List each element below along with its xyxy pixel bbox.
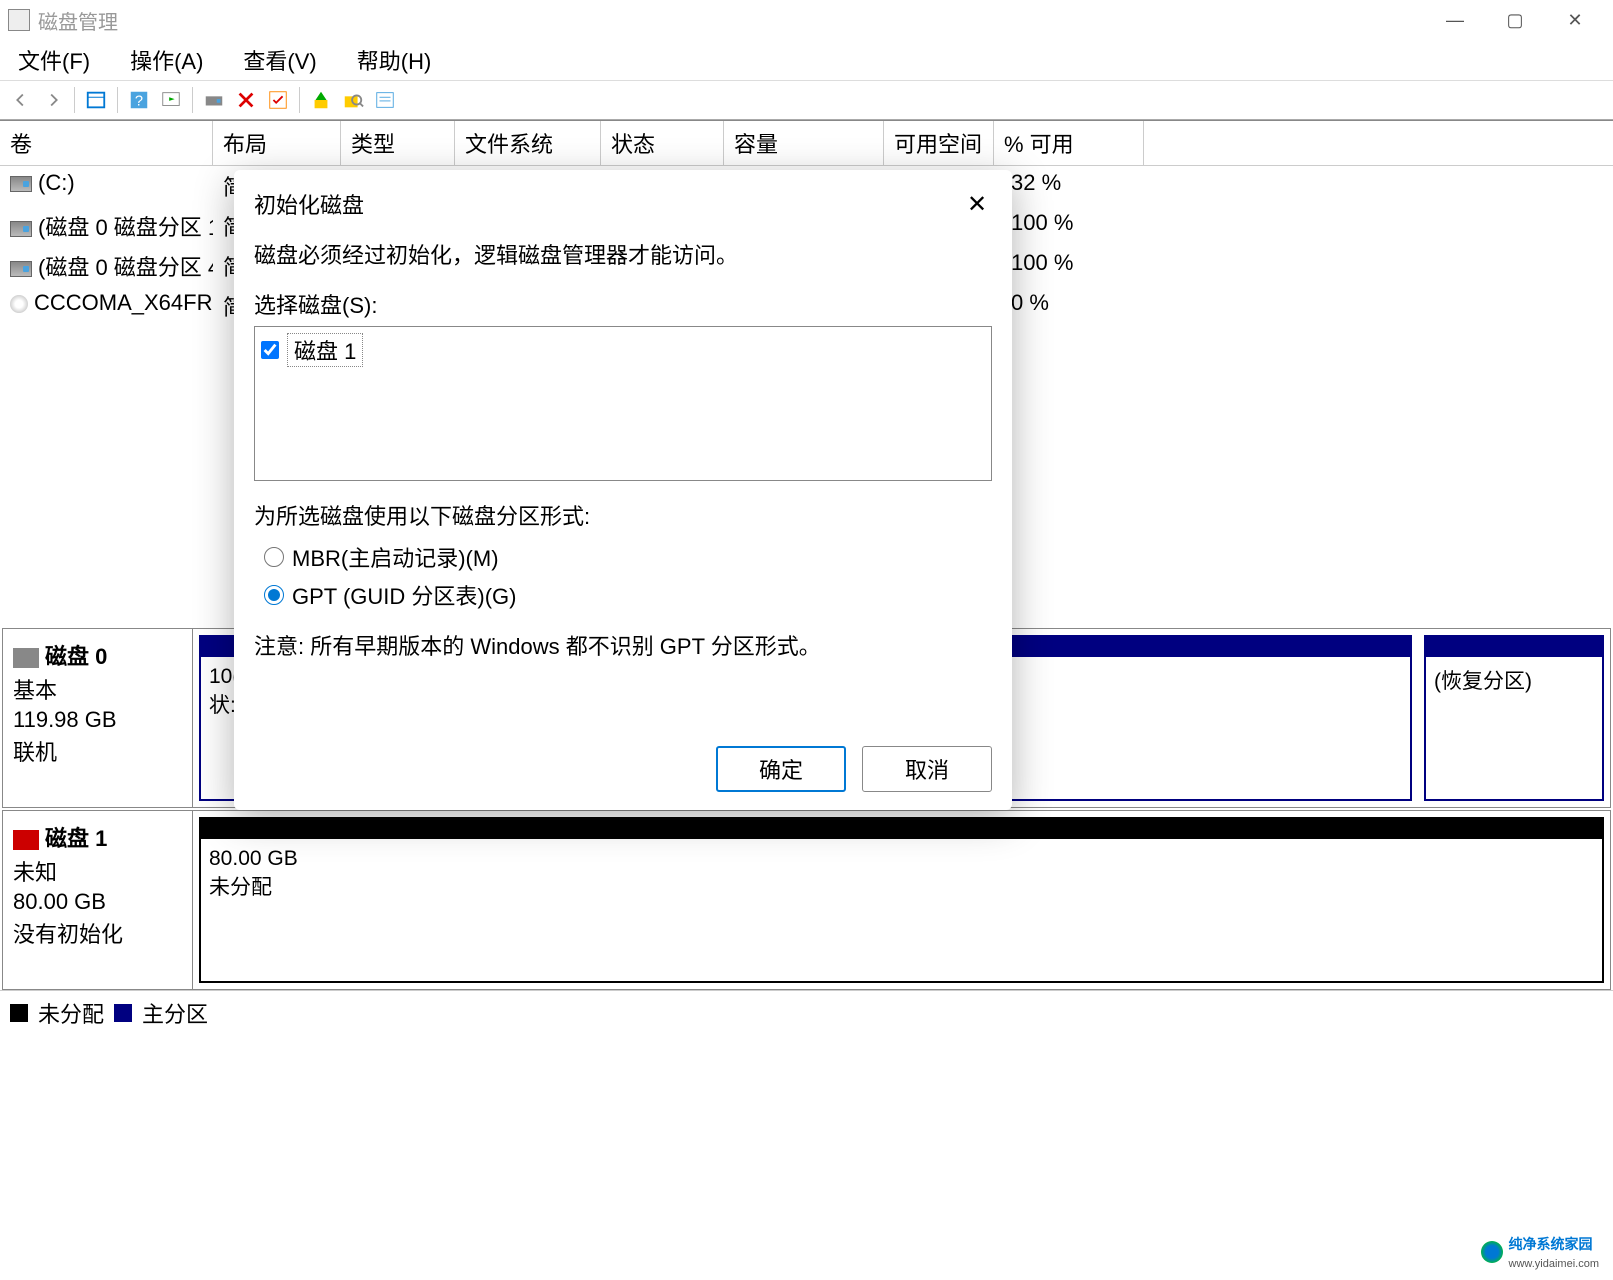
- minimize-button[interactable]: —: [1425, 0, 1485, 40]
- th-layout[interactable]: 布局: [213, 121, 341, 165]
- app-icon: [8, 9, 30, 31]
- legend-swatch-unalloc: [10, 1004, 28, 1022]
- table-header-row: 卷 布局 类型 文件系统 状态 容量 可用空间 % 可用: [0, 121, 1613, 166]
- select-disk-label: 选择磁盘(S):: [254, 288, 992, 320]
- vol-name: (C:): [38, 170, 75, 195]
- menu-view[interactable]: 查看(V): [233, 40, 326, 80]
- ok-button[interactable]: 确定: [716, 746, 846, 792]
- partition-style-label: 为所选磁盘使用以下磁盘分区形式:: [254, 499, 992, 531]
- th-volume[interactable]: 卷: [0, 121, 213, 165]
- up-icon[interactable]: [306, 86, 336, 114]
- toolbar: ?: [0, 80, 1613, 120]
- th-type[interactable]: 类型: [341, 121, 455, 165]
- disk-info[interactable]: 磁盘 0 基本 119.98 GB 联机: [3, 629, 193, 807]
- gpt-label: GPT (GUID 分区表)(G): [292, 579, 516, 611]
- th-pct[interactable]: % 可用: [994, 121, 1144, 165]
- search-icon[interactable]: [338, 86, 368, 114]
- partition-recovery[interactable]: (恢复分区): [1424, 635, 1604, 801]
- vol-name: CCCOMA_X64FR...: [34, 290, 213, 315]
- list-item[interactable]: 磁盘 1: [261, 333, 985, 367]
- properties-icon[interactable]: [81, 86, 111, 114]
- hdd-icon: [13, 648, 39, 668]
- help-icon[interactable]: ?: [124, 86, 154, 114]
- disk-checkbox[interactable]: [261, 341, 279, 359]
- watermark-logo-icon: [1481, 1241, 1503, 1263]
- mbr-radio[interactable]: [264, 547, 284, 567]
- partition-unallocated[interactable]: 80.00 GB 未分配: [199, 817, 1604, 983]
- disk-info[interactable]: 磁盘 1 未知 80.00 GB 没有初始化: [3, 811, 193, 989]
- vol-name: (磁盘 0 磁盘分区 4): [38, 255, 213, 280]
- disk-item-label: 磁盘 1: [287, 333, 363, 367]
- dialog-title: 初始化磁盘: [254, 188, 364, 220]
- menu-help[interactable]: 帮助(H): [347, 40, 442, 80]
- dialog-message: 磁盘必须经过初始化，逻辑磁盘管理器才能访问。: [254, 238, 992, 270]
- mbr-label: MBR(主启动记录)(M): [292, 541, 499, 573]
- cancel-button[interactable]: 取消: [862, 746, 992, 792]
- hdd-error-icon: [13, 830, 39, 850]
- window-title: 磁盘管理: [38, 6, 1425, 35]
- vol-name: (磁盘 0 磁盘分区 1): [38, 215, 213, 240]
- svg-text:?: ?: [135, 94, 143, 110]
- gpt-radio[interactable]: [264, 585, 284, 605]
- th-status[interactable]: 状态: [601, 121, 724, 165]
- delete-icon[interactable]: [231, 86, 261, 114]
- disk-panel-1: 磁盘 1 未知 80.00 GB 没有初始化 80.00 GB 未分配: [2, 810, 1611, 990]
- watermark: 纯净系统家园 www.yidaimei.com: [1475, 1232, 1605, 1272]
- check-icon[interactable]: [263, 86, 293, 114]
- initialize-disk-dialog: 初始化磁盘 ✕ 磁盘必须经过初始化，逻辑磁盘管理器才能访问。 选择磁盘(S): …: [234, 170, 1012, 810]
- list-icon[interactable]: [370, 86, 400, 114]
- maximize-button[interactable]: ▢: [1485, 0, 1545, 40]
- close-button[interactable]: ✕: [1545, 0, 1605, 40]
- th-filesystem[interactable]: 文件系统: [455, 121, 601, 165]
- disk-select-list[interactable]: 磁盘 1: [254, 326, 992, 481]
- menu-action[interactable]: 操作(A): [120, 40, 213, 80]
- legend-swatch-primary: [114, 1004, 132, 1022]
- th-capacity[interactable]: 容量: [724, 121, 884, 165]
- menu-file[interactable]: 文件(F): [8, 40, 100, 80]
- menubar: 文件(F) 操作(A) 查看(V) 帮助(H): [0, 40, 1613, 80]
- dialog-note: 注意: 所有早期版本的 Windows 都不识别 GPT 分区形式。: [254, 629, 992, 661]
- refresh-icon[interactable]: [156, 86, 186, 114]
- legend: 未分配 主分区: [0, 990, 1613, 1035]
- dialog-close-button[interactable]: ✕: [962, 189, 992, 219]
- back-button[interactable]: [6, 86, 36, 114]
- disk-icon[interactable]: [199, 86, 229, 114]
- th-free[interactable]: 可用空间: [884, 121, 994, 165]
- window-titlebar: 磁盘管理 — ▢ ✕: [0, 0, 1613, 40]
- forward-button[interactable]: [38, 86, 68, 114]
